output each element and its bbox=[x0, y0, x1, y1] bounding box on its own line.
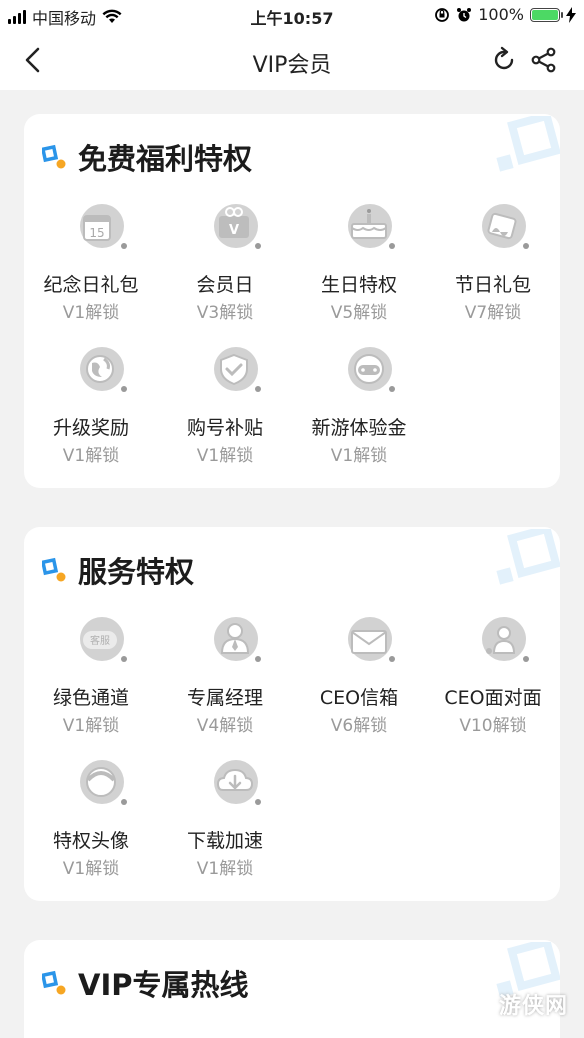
privilege-name: 升级奖励 bbox=[52, 417, 129, 439]
status-bar: 中国移动 上午10:57 100% bbox=[0, 0, 584, 30]
privilege-unlock-level: V1解锁 bbox=[196, 446, 254, 466]
privilege-name: 绿色通道 bbox=[52, 687, 129, 709]
refresh-button[interactable] bbox=[490, 46, 518, 74]
privilege-name: CEO信箱 bbox=[319, 687, 399, 709]
privilege-dedicated-manager[interactable]: 专属经理 V4解锁 bbox=[158, 605, 292, 745]
gamepad-icon bbox=[348, 347, 395, 392]
privilege-green-channel[interactable]: 客服 绿色通道 V1解锁 bbox=[24, 605, 158, 745]
meeting-icon bbox=[482, 617, 529, 662]
privilege-birthday[interactable]: 生日特权 V5解锁 bbox=[292, 192, 426, 332]
birthday-cake-icon bbox=[348, 204, 395, 249]
calendar-icon: 15 bbox=[80, 204, 127, 249]
privilege-name: 新游体验金 bbox=[311, 417, 407, 439]
privilege-purchase-subsidy[interactable]: 购号补贴 V1解锁 bbox=[158, 335, 292, 475]
section-title-text: 免费福利特权 bbox=[78, 142, 253, 176]
privilege-download-boost[interactable]: 下载加速 V1解锁 bbox=[158, 748, 292, 888]
privilege-unlock-level: V7解锁 bbox=[464, 303, 522, 323]
privilege-unlock-level: V1解锁 bbox=[196, 859, 254, 879]
privilege-member-day[interactable]: V 会员日 V3解锁 bbox=[158, 192, 292, 332]
privilege-new-game-credit[interactable]: 新游体验金 V1解锁 bbox=[292, 335, 426, 475]
watermark-logo: 游侠网 bbox=[498, 994, 568, 1019]
section-title-icon bbox=[42, 144, 68, 170]
manager-icon bbox=[214, 617, 261, 662]
download-cloud-icon bbox=[214, 760, 261, 805]
privilege-name: CEO面对面 bbox=[444, 687, 542, 709]
privilege-unlock-level: V1解锁 bbox=[330, 446, 388, 466]
card-decoration-icon bbox=[492, 116, 560, 192]
privilege-name: 购号补贴 bbox=[186, 417, 263, 439]
mail-icon bbox=[348, 617, 395, 662]
privilege-name: 生日特权 bbox=[320, 274, 397, 296]
orientation-lock-icon bbox=[435, 7, 450, 22]
privilege-unlock-level: V5解锁 bbox=[330, 303, 388, 323]
charging-icon bbox=[566, 6, 576, 23]
shield-check-icon bbox=[214, 347, 261, 392]
privilege-name: 会员日 bbox=[196, 274, 254, 296]
section-title-text: 服务特权 bbox=[78, 555, 195, 589]
service-privileges-card: 服务特权 客服 绿色通道 V1解锁 专属经理 V4解锁 CEO信箱 V6解锁 C… bbox=[24, 527, 560, 901]
section-title: VIP专属热线 bbox=[42, 962, 249, 1004]
privilege-festival-gift[interactable]: 节日礼包 V7解锁 bbox=[426, 192, 560, 332]
battery-icon bbox=[530, 7, 563, 22]
nav-bar: VIP会员 bbox=[0, 30, 584, 90]
card-decoration-icon bbox=[492, 529, 560, 605]
vip-gift-icon: V bbox=[214, 204, 261, 249]
privilege-special-avatar[interactable]: 特权头像 V1解锁 bbox=[24, 748, 158, 888]
privilege-unlock-level: V1解锁 bbox=[62, 303, 120, 323]
privilege-upgrade-reward[interactable]: 升级奖励 V1解锁 bbox=[24, 335, 158, 475]
privilege-ceo-mailbox[interactable]: CEO信箱 V6解锁 bbox=[292, 605, 426, 745]
customer-service-badge: 客服 bbox=[90, 634, 110, 647]
privilege-unlock-level: V4解锁 bbox=[196, 716, 254, 736]
privilege-anniversary-gift[interactable]: 15 纪念日礼包 V1解锁 bbox=[24, 192, 158, 332]
globe-icon bbox=[80, 347, 127, 392]
share-button[interactable] bbox=[530, 46, 558, 74]
privilege-ceo-meeting[interactable]: CEO面对面 V10解锁 bbox=[426, 605, 560, 745]
avatar-frame-icon bbox=[80, 760, 127, 805]
privilege-name: 特权头像 bbox=[52, 830, 129, 852]
section-title: 服务特权 bbox=[42, 549, 194, 591]
privilege-unlock-level: V3解锁 bbox=[196, 303, 254, 323]
privilege-unlock-level: V1解锁 bbox=[62, 446, 120, 466]
alarm-icon bbox=[457, 7, 472, 21]
svg-text:15: 15 bbox=[89, 226, 104, 240]
section-title-text: VIP专属热线 bbox=[78, 968, 249, 1002]
privilege-name: 下载加速 bbox=[186, 830, 263, 852]
privilege-unlock-level: V10解锁 bbox=[459, 716, 527, 736]
privilege-name: 专属经理 bbox=[186, 687, 263, 709]
privilege-name: 纪念日礼包 bbox=[43, 274, 139, 296]
section-title-icon bbox=[42, 557, 68, 583]
section-title: 免费福利特权 bbox=[42, 136, 252, 178]
svg-text:V: V bbox=[229, 223, 239, 238]
privilege-name: 节日礼包 bbox=[454, 274, 531, 296]
privilege-unlock-level: V1解锁 bbox=[62, 859, 120, 879]
vip-hotline-card: VIP专属热线 bbox=[24, 940, 560, 1038]
customer-service-icon: 客服 bbox=[80, 617, 127, 662]
status-right: 100% bbox=[434, 5, 576, 24]
privilege-unlock-level: V6解锁 bbox=[330, 716, 388, 736]
privilege-unlock-level: V1解锁 bbox=[62, 716, 120, 736]
festival-gift-icon bbox=[482, 204, 529, 249]
section-title-icon bbox=[42, 970, 68, 996]
battery-percent: 100% bbox=[478, 5, 524, 24]
free-benefits-card: 免费福利特权 15 纪念日礼包 V1解锁 V 会员日 V3解锁 生日特权 V5解… bbox=[24, 114, 560, 488]
